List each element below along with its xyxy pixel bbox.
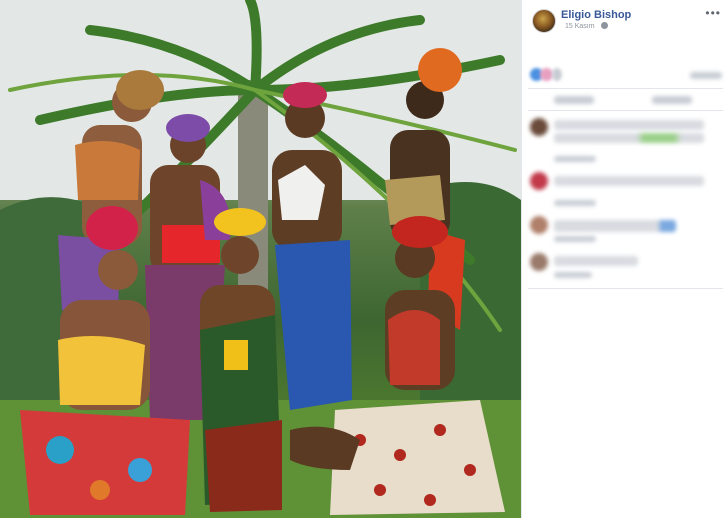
reaction-count [552, 68, 562, 81]
more-options-icon[interactable]: ••• [705, 6, 721, 20]
author-name[interactable]: Eligio Bishop [561, 9, 631, 21]
comment-text [554, 256, 638, 266]
author-avatar[interactable] [532, 9, 556, 33]
reaction-summary[interactable] [530, 68, 570, 82]
comment-actions[interactable] [554, 236, 596, 242]
post-date[interactable]: 15 Kasım [565, 23, 595, 30]
comment-actions[interactable] [554, 200, 596, 206]
comment-text [554, 133, 704, 143]
comment-actions[interactable] [554, 272, 592, 278]
comment-text [554, 220, 676, 232]
commenter-avatar[interactable] [530, 253, 548, 271]
post-side-panel: Eligio Bishop 15 Kasım ••• [521, 0, 728, 518]
comment-text [554, 176, 704, 186]
divider [528, 88, 723, 89]
comment-button[interactable] [652, 96, 692, 104]
divider [528, 288, 723, 289]
commenter-avatar[interactable] [530, 216, 548, 234]
comment-text [554, 120, 704, 130]
post-photo[interactable] [0, 0, 521, 518]
like-button[interactable] [554, 96, 594, 104]
comment-actions[interactable] [554, 156, 596, 162]
commenter-avatar[interactable] [530, 172, 548, 190]
comment-count[interactable] [690, 72, 722, 79]
divider [528, 110, 723, 111]
globe-icon [601, 22, 608, 29]
photo-scene [0, 0, 521, 518]
commenter-avatar[interactable] [530, 118, 548, 136]
